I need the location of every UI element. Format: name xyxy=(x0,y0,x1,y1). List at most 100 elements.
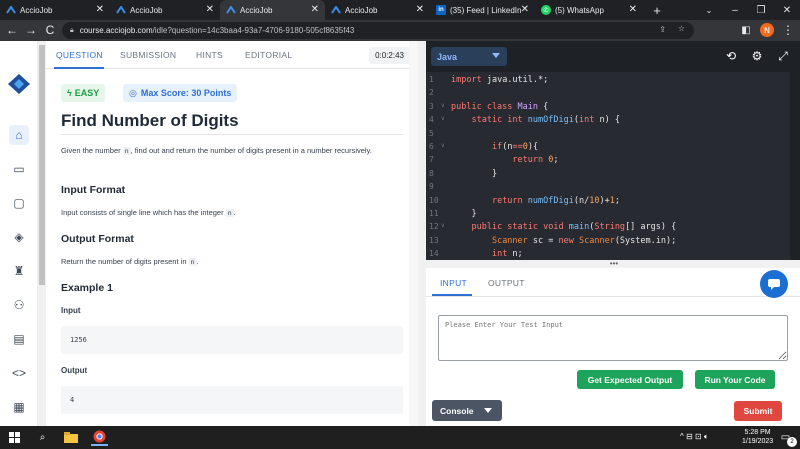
settings-gear-icon[interactable]: ⚙ xyxy=(750,49,764,63)
tab-hints[interactable]: HINTS xyxy=(196,50,223,60)
url-path: /idle?question=14c3baa4-93a7-4706-9180-5… xyxy=(152,26,355,35)
bookmark-star-icon[interactable]: ☆ xyxy=(678,24,685,33)
browser-tab[interactable]: AccioJob ✕ xyxy=(0,0,110,20)
system-tray[interactable]: ^ ⊟ ⊡ 🔈︎ xyxy=(680,432,709,442)
max-score-label: Max Score: 30 Points xyxy=(140,88,232,98)
fold-chevron-icon[interactable]: v xyxy=(441,222,445,229)
code-token: public class xyxy=(451,101,513,112)
tab-question[interactable]: QUESTION xyxy=(56,50,103,60)
forward-arrow-icon[interactable]: → xyxy=(23,22,39,38)
code-line[interactable]: 5 xyxy=(426,129,800,141)
home-icon[interactable]: ⌂ xyxy=(9,125,29,145)
browser-tab[interactable]: ✆ (5) WhatsApp ✕ xyxy=(535,0,643,20)
code-line[interactable]: 1 import java.util.*; xyxy=(426,75,800,87)
close-tab-icon[interactable]: ✕ xyxy=(521,4,529,15)
close-tab-icon[interactable]: ✕ xyxy=(311,4,319,15)
trophy-icon[interactable]: ♜ xyxy=(9,261,29,281)
sidebar-panel-icon[interactable]: ◧ xyxy=(738,22,754,38)
minimize-button[interactable]: – xyxy=(722,0,748,20)
close-tab-icon[interactable]: ✕ xyxy=(629,4,637,15)
calendar-icon[interactable]: ▦ xyxy=(9,397,29,417)
code-line[interactable]: 3 v public class Main { xyxy=(426,102,800,114)
code-line[interactable]: 8 } xyxy=(426,169,800,181)
code-line[interactable]: 12 v public static void main(String[] arg… xyxy=(426,222,800,234)
windows-start-icon[interactable] xyxy=(6,429,23,446)
code-token: sc = xyxy=(527,235,559,246)
browser-menu-icon[interactable]: ⋮ xyxy=(780,22,796,38)
problem-scrollbar[interactable] xyxy=(409,41,418,426)
example-input-box: 1256 xyxy=(61,326,403,354)
browser-tab[interactable]: AccioJob ✕ xyxy=(325,0,430,20)
code-line[interactable]: 2 xyxy=(426,88,800,100)
chrome-icon[interactable] xyxy=(91,429,108,446)
code-token: main xyxy=(568,222,590,233)
code-line[interactable]: 11 } xyxy=(426,209,800,221)
nav-scrollbar-thumb[interactable] xyxy=(39,45,45,285)
tab-editorial[interactable]: EDITORIAL xyxy=(245,50,292,60)
profile-avatar[interactable]: N xyxy=(760,23,774,37)
back-arrow-icon[interactable]: ← xyxy=(4,22,20,38)
code-icon[interactable]: <> xyxy=(9,363,29,383)
code-line[interactable]: 13 Scanner sc = new Scanner(System.in); xyxy=(426,236,800,248)
code-text: return 0; xyxy=(451,155,558,165)
chat-bubble-icon[interactable]: ▢ xyxy=(9,193,29,213)
code-text: Scanner sc = new Scanner(System.in); xyxy=(451,236,676,246)
difficulty-label: EASY xyxy=(74,88,100,98)
line-number: 11 xyxy=(429,209,439,218)
browser-tab[interactable]: in (35) Feed | LinkedIn ✕ xyxy=(430,0,535,20)
new-tab-button[interactable]: + xyxy=(644,0,670,20)
run-code-button[interactable]: Run Your Code xyxy=(695,370,775,389)
timer: 0:0:2:43 xyxy=(369,47,410,64)
fold-chevron-icon[interactable]: v xyxy=(441,102,445,109)
code-text: } xyxy=(451,209,477,219)
clock[interactable]: 5:28 PM 1/19/2023 xyxy=(742,428,773,446)
acciojob-logo-icon[interactable] xyxy=(7,74,31,94)
file-explorer-icon[interactable] xyxy=(62,429,79,446)
document-icon[interactable]: ▤ xyxy=(9,329,29,349)
console-toggle-button[interactable]: Console xyxy=(432,400,502,421)
fold-chevron-icon[interactable]: v xyxy=(441,142,445,149)
url-field[interactable]: 🔒︎ course.acciojob.com/idle?question=14c… xyxy=(62,22,694,39)
search-icon[interactable]: ⌕ xyxy=(34,429,51,446)
close-tab-icon[interactable]: ✕ xyxy=(206,4,214,15)
tab-title: (35) Feed | LinkedIn xyxy=(450,5,522,15)
fold-chevron-icon[interactable]: v xyxy=(441,115,445,122)
panel-resize-handle[interactable] xyxy=(418,41,426,426)
close-tab-icon[interactable]: ✕ xyxy=(416,4,424,15)
line-number: 7 xyxy=(429,155,434,165)
code-line[interactable]: 9 xyxy=(426,182,800,194)
tab-input[interactable]: INPUT xyxy=(440,278,467,288)
acciojob-logo-icon xyxy=(6,5,16,15)
code-line[interactable]: 10 return numOfDigi(n/10)+1; xyxy=(426,196,800,208)
browser-tab[interactable]: AccioJob ✕ xyxy=(110,0,220,20)
code-token: return xyxy=(491,195,523,206)
code-line[interactable]: 4v static int numOfDigi(int n) { xyxy=(426,115,800,127)
test-input-field[interactable] xyxy=(438,315,788,361)
code-line[interactable]: 6v if(n==0){ xyxy=(426,142,800,154)
fullscreen-icon[interactable]: ⤢ xyxy=(776,49,790,63)
book-icon[interactable]: ▭ xyxy=(9,159,29,179)
close-tab-icon[interactable]: ✕ xyxy=(96,4,104,15)
code-line[interactable]: 7 return 0; xyxy=(426,155,800,167)
tab-submission[interactable]: SUBMISSION xyxy=(120,50,176,60)
submit-button[interactable]: Submit xyxy=(734,401,782,421)
restore-button[interactable]: ❐ xyxy=(748,0,774,20)
chat-support-button[interactable] xyxy=(760,270,788,298)
divider xyxy=(61,134,403,135)
code-token: } xyxy=(471,209,477,219)
example-heading: Example 1 xyxy=(61,282,113,294)
reload-icon[interactable]: C xyxy=(42,22,58,38)
tab-output[interactable]: OUTPUT xyxy=(488,278,525,288)
browser-tab-active[interactable]: AccioJob ✕ xyxy=(220,0,325,20)
tab-search-icon[interactable]: ⌄ xyxy=(696,0,722,20)
code-editor[interactable]: 1 import java.util.*; 2 3 v public class Main… xyxy=(426,72,800,260)
layers-icon[interactable]: ◈ xyxy=(9,227,29,247)
people-icon[interactable]: ⚇ xyxy=(9,295,29,315)
share-icon[interactable]: ⇪ xyxy=(659,25,666,34)
editor-scrollbar[interactable] xyxy=(790,72,800,260)
language-select[interactable]: Java xyxy=(431,47,507,66)
close-window-button[interactable]: ✕ xyxy=(774,0,800,20)
drag-handle-icon[interactable]: ••• xyxy=(606,260,622,268)
get-expected-output-button[interactable]: Get Expected Output xyxy=(577,370,683,389)
reset-code-icon[interactable]: ⟲ xyxy=(724,49,738,63)
